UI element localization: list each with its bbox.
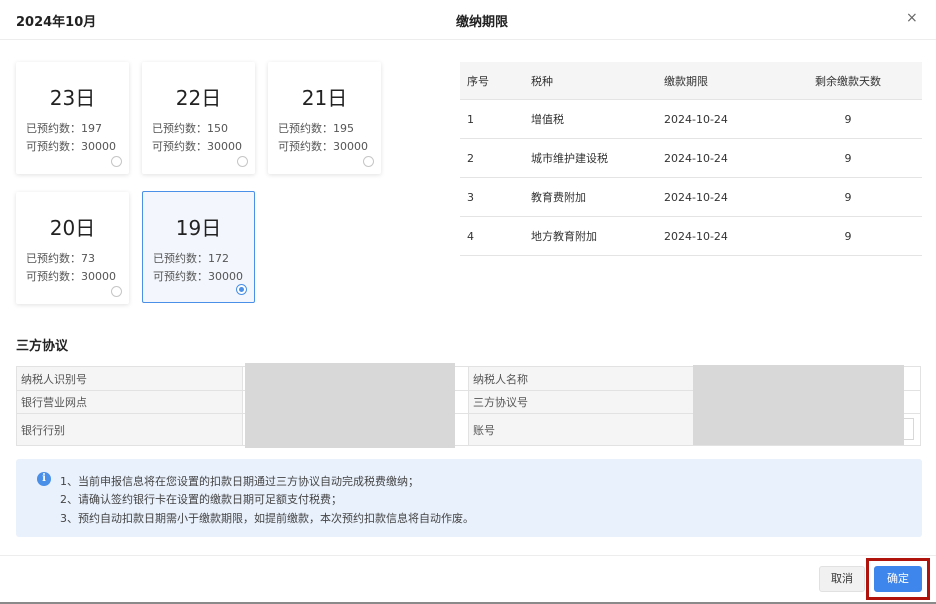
card-booked: 已预约数：197 xyxy=(26,122,102,135)
cell-days-left: 9 xyxy=(774,138,922,178)
card-available: 可预约数：30000 xyxy=(26,270,116,283)
cell-index: 1 xyxy=(460,99,531,139)
card-day: 23日 xyxy=(49,86,96,110)
card-available: 可预约数：30000 xyxy=(152,140,242,153)
notice-line: 2、请确认签约银行卡在设置的缴款日期可足额支付税费； xyxy=(60,493,342,506)
notice-box: i 1、当前申报信息将在您设置的扣款日期通过三方协议自动完成税费缴纳； 2、请确… xyxy=(16,459,922,537)
card-booked: 已预约数：172 xyxy=(153,252,229,265)
card-booked: 已预约数：195 xyxy=(278,122,354,135)
section-title-agreement: 三方协议 xyxy=(16,339,69,354)
notice-line: 3、预约自动扣款日期需小于缴款期限，如提前缴款，本次预约扣款信息将自动作废。 xyxy=(60,512,474,525)
date-radio-selected[interactable] xyxy=(236,284,247,295)
redacted-block xyxy=(245,363,455,448)
cell-deadline: 2024-10-24 xyxy=(664,138,774,178)
label-bank-branch: 银行营业网点 xyxy=(17,391,243,413)
label-taxpayer-name: 纳税人名称 xyxy=(468,367,694,390)
dialog-header: 2024年10月 缴纳期限 × xyxy=(0,0,936,40)
label-agreement-no: 三方协议号 xyxy=(468,391,694,413)
cell-index: 2 xyxy=(460,138,531,178)
cell-tax-type: 城市维护建设税 xyxy=(531,138,664,178)
card-booked: 已预约数：150 xyxy=(152,122,228,135)
date-radio[interactable] xyxy=(111,156,122,167)
cell-days-left: 9 xyxy=(774,99,922,139)
label-taxpayer-id: 纳税人识别号 xyxy=(17,367,243,390)
cell-tax-type: 地方教育附加 xyxy=(531,216,664,256)
card-available: 可预约数：30000 xyxy=(26,140,116,153)
date-card-19[interactable]: 19日 已预约数：172 可预约数：30000 xyxy=(142,191,255,303)
date-card-22[interactable]: 22日 已预约数：150 可预约数：30000 xyxy=(142,62,255,174)
dialog-title: 缴纳期限 xyxy=(455,15,508,30)
cell-tax-type: 增值税 xyxy=(531,99,664,139)
payment-period-table: 序号 税种 缴款期限 剩余缴款天数 1 增值税 2024-10-24 9 2 城… xyxy=(460,62,922,256)
card-available: 可预约数：30000 xyxy=(278,140,368,153)
date-card-23[interactable]: 23日 已预约数：197 可预约数：30000 xyxy=(16,62,129,174)
table-row: 1 增值税 2024-10-24 9 xyxy=(460,99,922,139)
label-account: 账号 xyxy=(468,414,694,445)
highlight-box xyxy=(866,558,930,600)
card-day: 22日 xyxy=(175,86,222,110)
card-available: 可预约数：30000 xyxy=(153,270,243,283)
date-card-21[interactable]: 21日 已预约数：195 可预约数：30000 xyxy=(268,62,381,174)
cell-tax-type: 教育费附加 xyxy=(531,177,664,217)
table-row: 3 教育费附加 2024-10-24 9 xyxy=(460,177,922,217)
cell-days-left: 9 xyxy=(774,177,922,217)
cell-index: 3 xyxy=(460,177,531,217)
col-tax-type: 税种 xyxy=(531,62,664,100)
table-row: 2 城市维护建设税 2024-10-24 9 xyxy=(460,138,922,178)
table-header-row: 序号 税种 缴款期限 剩余缴款天数 xyxy=(460,62,922,100)
cell-deadline: 2024-10-24 xyxy=(664,177,774,217)
col-index: 序号 xyxy=(460,62,531,100)
cell-deadline: 2024-10-24 xyxy=(664,99,774,139)
card-day: 20日 xyxy=(49,216,96,240)
table-row: 4 地方教育附加 2024-10-24 9 xyxy=(460,216,922,256)
close-icon[interactable]: × xyxy=(906,9,918,27)
date-radio[interactable] xyxy=(363,156,374,167)
date-radio[interactable] xyxy=(237,156,248,167)
notice-line: 1、当前申报信息将在您设置的扣款日期通过三方协议自动完成税费缴纳； xyxy=(60,475,419,488)
info-icon: i xyxy=(37,472,51,486)
col-days-left: 剩余缴款天数 xyxy=(774,62,922,100)
date-card-20[interactable]: 20日 已预约数：73 可预约数：30000 xyxy=(16,192,129,304)
label-bank-type: 银行行别 xyxy=(17,414,243,445)
col-deadline: 缴款期限 xyxy=(664,62,774,100)
card-day: 21日 xyxy=(301,86,348,110)
cell-index: 4 xyxy=(460,216,531,256)
card-booked: 已预约数：73 xyxy=(26,252,95,265)
date-radio[interactable] xyxy=(111,286,122,297)
card-day: 19日 xyxy=(175,216,222,240)
footer-divider xyxy=(0,555,936,556)
redacted-block xyxy=(693,365,904,445)
cell-deadline: 2024-10-24 xyxy=(664,216,774,256)
cancel-button[interactable]: 取消 xyxy=(819,566,865,592)
cell-days-left: 9 xyxy=(774,216,922,256)
